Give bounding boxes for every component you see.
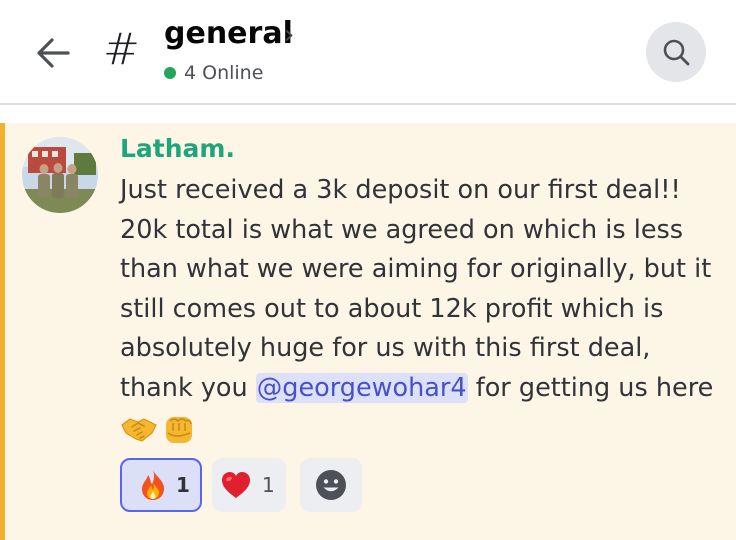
reaction-fire[interactable]: 1 <box>120 458 202 512</box>
search-button[interactable] <box>646 22 706 82</box>
add-reaction-icon <box>316 470 346 500</box>
message-text: Just received a 3k deposit on our first … <box>120 175 712 403</box>
header-divider <box>0 103 736 105</box>
channel-header: # general › 4 Online <box>0 0 736 104</box>
add-reaction-button[interactable] <box>300 458 362 512</box>
reaction-heart[interactable]: 1 <box>212 458 286 512</box>
online-status: 4 Online <box>164 60 263 86</box>
message-text-end: for getting us here <box>467 372 714 403</box>
arrow-left-icon <box>37 38 70 68</box>
fist-bump-emoji <box>166 417 192 443</box>
message-author[interactable]: Latham. <box>120 133 235 165</box>
mention-highlight-bar <box>0 123 5 540</box>
user-mention[interactable]: @georgewohar4 <box>255 372 468 403</box>
reaction-count: 1 <box>262 473 275 497</box>
online-dot <box>164 67 176 79</box>
inline-emojis <box>120 409 198 447</box>
avatar[interactable] <box>22 137 98 213</box>
message-content: Just received a 3k deposit on our first … <box>120 171 724 409</box>
message[interactable]: Latham. Just received a 3k deposit on ou… <box>0 123 736 540</box>
online-count: 4 Online <box>184 62 264 84</box>
handshake-emoji <box>121 418 157 442</box>
reaction-count: 1 <box>176 473 190 497</box>
search-icon <box>663 39 690 66</box>
red-heart-emoji <box>222 472 250 498</box>
channel-name[interactable]: general <box>164 14 293 54</box>
fire-emoji <box>142 470 165 500</box>
channel-hash-icon: # <box>103 24 140 75</box>
back-button[interactable] <box>28 28 78 78</box>
chevron-right-icon[interactable]: › <box>284 20 294 50</box>
